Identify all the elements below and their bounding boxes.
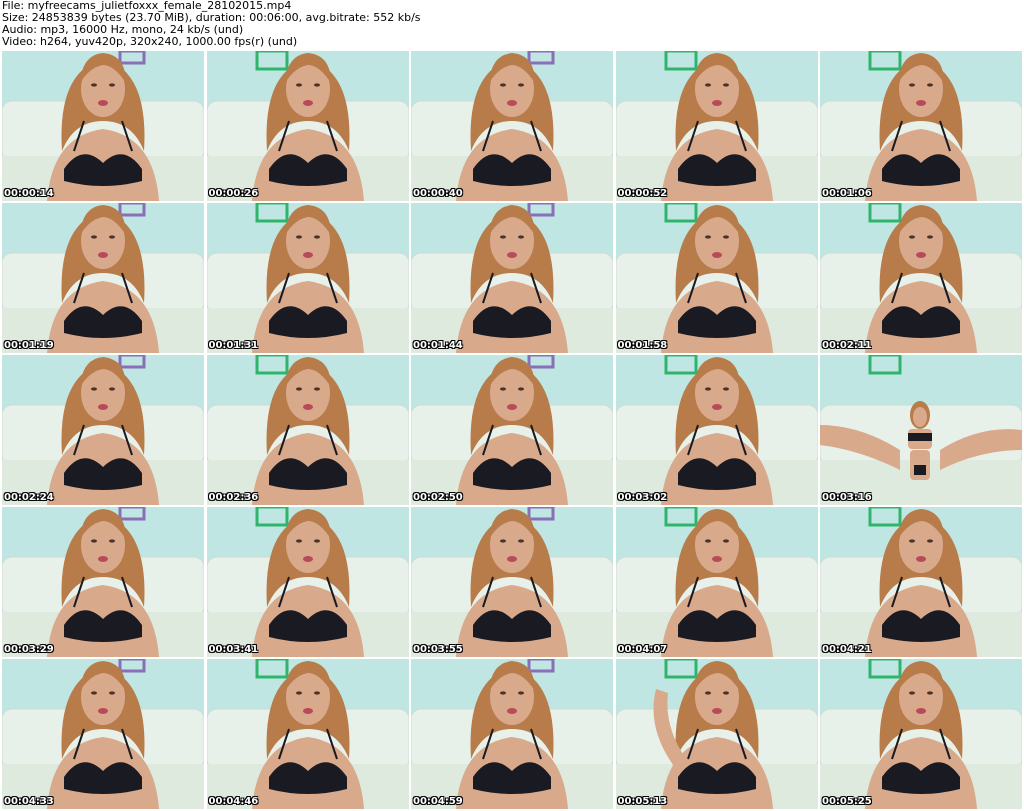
video-thumbnail: 00:03:55 xyxy=(411,507,613,657)
thumbnail-frame-image xyxy=(615,51,818,201)
thumbnail-frame-image xyxy=(615,659,818,809)
video-thumbnail: 00:05:25 xyxy=(820,659,1022,809)
video-thumbnail: 00:04:21 xyxy=(820,507,1022,657)
thumbnail-timestamp: 00:04:59 xyxy=(413,796,463,807)
thumbnail-frame-image xyxy=(411,659,613,809)
thumbnail-timestamp: 00:02:11 xyxy=(822,340,872,351)
thumbnail-timestamp: 00:03:41 xyxy=(208,644,259,655)
thumbnail-timestamp: 00:01:31 xyxy=(208,340,259,351)
video-thumbnail: 00:00:52 xyxy=(615,51,818,201)
video-thumbnail: 00:02:24 xyxy=(2,355,204,505)
video-thumbnail: 00:02:50 xyxy=(411,355,613,505)
thumbnail-timestamp: 00:01:44 xyxy=(413,340,463,351)
thumbnail-frame-image xyxy=(411,203,613,353)
thumbnail-frame-image xyxy=(206,51,409,201)
thumbnail-timestamp: 00:00:40 xyxy=(413,188,463,199)
video-thumbnail: 00:03:29 xyxy=(2,507,204,657)
thumbnail-frame-image xyxy=(2,51,204,201)
thumbnail-frame-image xyxy=(411,507,613,657)
thumbnail-timestamp: 00:02:50 xyxy=(413,492,463,503)
thumbnail-frame-image xyxy=(820,203,1022,353)
info-header: File: myfreecams_julietfoxxx_female_2810… xyxy=(2,0,1022,48)
video-thumbnail: 00:01:44 xyxy=(411,203,613,353)
thumbnail-frame-image xyxy=(206,659,409,809)
thumbnail-timestamp: 00:02:36 xyxy=(208,492,259,503)
thumbnail-frame-image xyxy=(206,507,409,657)
size-info-line: Size: 24853839 bytes (23.70 MiB), durati… xyxy=(2,12,421,24)
video-thumbnail: 00:01:31 xyxy=(206,203,409,353)
thumbnail-grid: 00:00:14 00:00:26 00:00:40 00:00:52 00:01:06… xyxy=(2,51,1022,811)
thumbnail-timestamp: 00:02:24 xyxy=(4,492,54,503)
thumbnail-timestamp: 00:05:13 xyxy=(617,796,668,807)
thumbnail-timestamp: 00:03:29 xyxy=(4,644,54,655)
thumbnail-frame-image xyxy=(2,203,204,353)
thumbnail-timestamp: 00:04:21 xyxy=(822,644,872,655)
thumbnail-frame-image xyxy=(820,659,1022,809)
video-thumbnail: 00:02:11 xyxy=(820,203,1022,353)
thumbnail-timestamp: 00:04:46 xyxy=(208,796,259,807)
video-thumbnail: 00:04:33 xyxy=(2,659,204,809)
thumbnail-frame-image xyxy=(820,355,1022,505)
thumbnail-frame-image xyxy=(820,51,1022,201)
thumbnail-timestamp: 00:00:52 xyxy=(617,188,668,199)
video-thumbnail: 00:04:07 xyxy=(615,507,818,657)
video-thumbnail: 00:03:02 xyxy=(615,355,818,505)
video-thumbnail: 00:03:16 xyxy=(820,355,1022,505)
audio-info-line: Audio: mp3, 16000 Hz, mono, 24 kb/s (und… xyxy=(2,24,244,36)
thumbnail-frame-image xyxy=(411,355,613,505)
thumbnail-timestamp: 00:04:33 xyxy=(4,796,54,807)
thumbnail-timestamp: 00:03:16 xyxy=(822,492,872,503)
thumbnail-timestamp: 00:03:02 xyxy=(617,492,668,503)
thumbnail-timestamp: 00:00:26 xyxy=(208,188,259,199)
video-thumbnail: 00:00:26 xyxy=(206,51,409,201)
video-thumbnail: 00:00:14 xyxy=(2,51,204,201)
video-thumbnail: 00:04:46 xyxy=(206,659,409,809)
video-thumbnail: 00:01:06 xyxy=(820,51,1022,201)
thumbnail-frame-image xyxy=(206,203,409,353)
thumbnail-timestamp: 00:05:25 xyxy=(822,796,872,807)
thumbnail-timestamp: 00:00:14 xyxy=(4,188,54,199)
video-thumbnail: 00:01:19 xyxy=(2,203,204,353)
thumbnail-frame-image xyxy=(206,355,409,505)
thumbnail-frame-image xyxy=(2,507,204,657)
video-thumbnail: 00:03:41 xyxy=(206,507,409,657)
file-info-line: File: myfreecams_julietfoxxx_female_2810… xyxy=(2,0,292,12)
thumbnail-frame-image xyxy=(2,355,204,505)
thumbnail-timestamp: 00:04:07 xyxy=(617,644,668,655)
thumbnail-timestamp: 00:01:19 xyxy=(4,340,54,351)
video-info-line: Video: h264, yuv420p, 320x240, 1000.00 f… xyxy=(2,36,298,48)
thumbnail-frame-image xyxy=(411,51,613,201)
thumbnail-timestamp: 00:03:55 xyxy=(413,644,463,655)
thumbnail-frame-image xyxy=(615,203,818,353)
video-thumbnail: 00:00:40 xyxy=(411,51,613,201)
thumbnail-frame-image xyxy=(615,507,818,657)
video-thumbnail: 00:05:13 xyxy=(615,659,818,809)
thumbnail-frame-image xyxy=(820,507,1022,657)
thumbnail-frame-image xyxy=(2,659,204,809)
video-thumbnail: 00:04:59 xyxy=(411,659,613,809)
video-thumbnail: 00:01:58 xyxy=(615,203,818,353)
thumbnail-timestamp: 00:01:06 xyxy=(822,188,872,199)
thumbnail-timestamp: 00:01:58 xyxy=(617,340,668,351)
thumbnail-frame-image xyxy=(615,355,818,505)
video-thumbnail: 00:02:36 xyxy=(206,355,409,505)
